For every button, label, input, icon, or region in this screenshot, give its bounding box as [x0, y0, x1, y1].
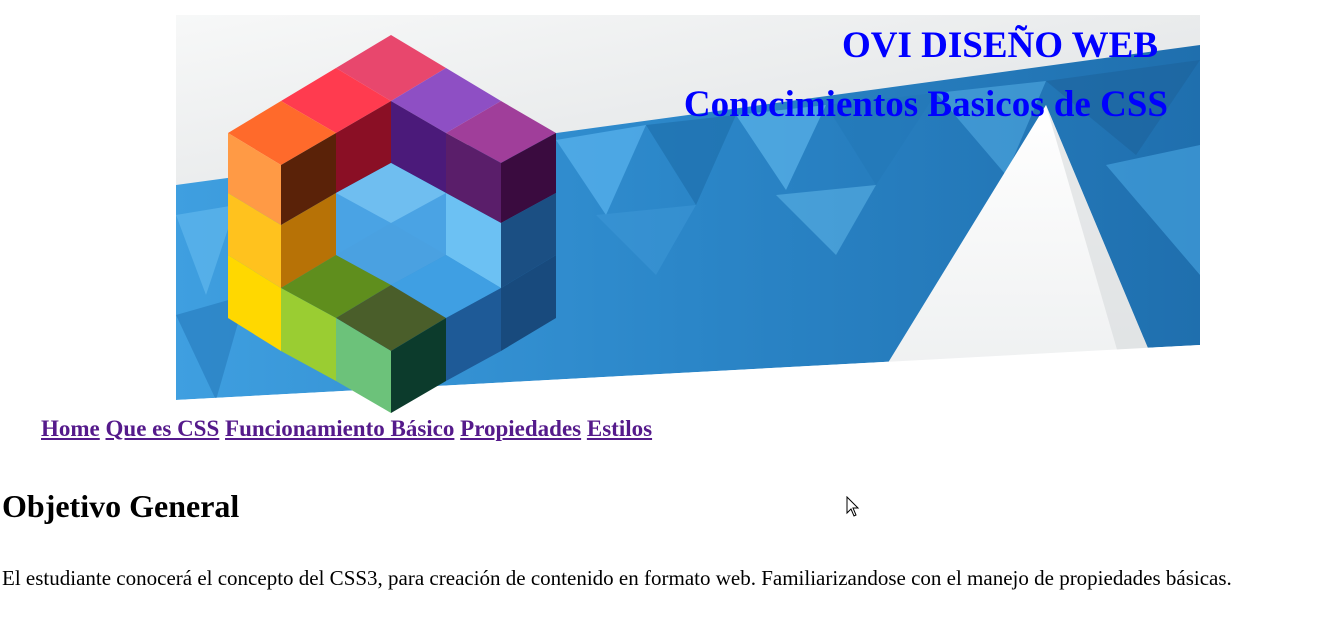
site-subtitle: Conocimientos Basicos de CSS: [683, 84, 1168, 125]
nav-link-propiedades[interactable]: Propiedades: [460, 416, 581, 441]
nav-link-estilos[interactable]: Estilos: [587, 416, 652, 441]
site-title: OVI DISEÑO WEB: [842, 25, 1158, 66]
colorful-cube-logo-icon: [228, 35, 556, 413]
objective-paragraph: El estudiante conocerá el concepto del C…: [2, 566, 1232, 590]
header-banner: OVI DISEÑO WEB Conocimientos Basicos de …: [176, 15, 1200, 415]
nav-link-home[interactable]: Home: [41, 416, 100, 441]
nav-link-funcionamiento-basico[interactable]: Funcionamiento Básico: [225, 416, 454, 441]
section-heading: Objetivo General: [2, 488, 240, 524]
nav-link-que-es-css[interactable]: Que es CSS: [106, 416, 220, 441]
mouse-pointer-icon: [846, 496, 860, 517]
page: OVI DISEÑO WEB Conocimientos Basicos de …: [0, 0, 1328, 642]
main-nav: Home Que es CSS Funcionamiento Básico Pr…: [41, 416, 652, 442]
